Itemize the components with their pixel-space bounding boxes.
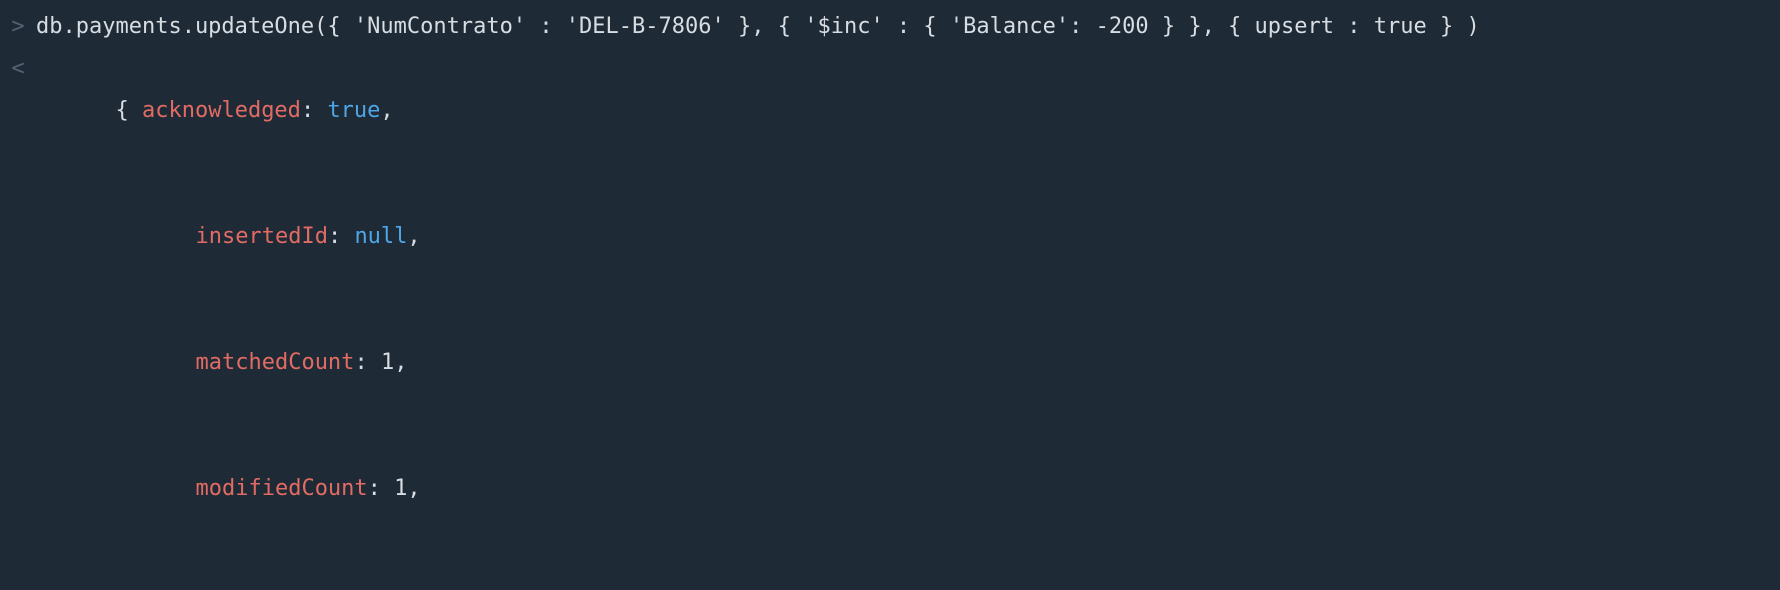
colon: : xyxy=(368,476,395,501)
comma: , xyxy=(394,350,407,375)
brace-open: { xyxy=(115,98,142,123)
comma: , xyxy=(407,476,420,501)
comma: , xyxy=(380,98,393,123)
result-value: null xyxy=(354,224,407,249)
output-line: modifiedCount: 1, xyxy=(0,426,1780,552)
comma: , xyxy=(407,224,420,249)
result-value: true xyxy=(327,98,380,123)
output-line: matchedCount: 1, xyxy=(0,300,1780,426)
chevron-right-icon: > xyxy=(0,6,36,48)
result-value: 1 xyxy=(394,476,407,501)
terminal-output: > db.payments.updateOne({ 'NumContrato' … xyxy=(0,0,1780,590)
output-line: < { acknowledged: true, xyxy=(0,48,1780,174)
command-text: db.payments.updateOne({ 'NumContrato' : … xyxy=(36,6,1480,48)
colon: : xyxy=(328,224,355,249)
output-line: upsertedCount: 0 } xyxy=(0,552,1780,590)
colon: : xyxy=(301,98,328,123)
result-value: 1 xyxy=(381,350,394,375)
input-line[interactable]: > db.payments.updateOne({ 'NumContrato' … xyxy=(0,6,1780,48)
output-line: insertedId: null, xyxy=(0,174,1780,300)
result-key: matchedCount xyxy=(195,350,354,375)
result-key: acknowledged xyxy=(142,98,301,123)
result-key: modifiedCount xyxy=(195,476,367,501)
result-key: insertedId xyxy=(195,224,327,249)
chevron-left-icon: < xyxy=(0,48,36,90)
colon: : xyxy=(354,350,381,375)
